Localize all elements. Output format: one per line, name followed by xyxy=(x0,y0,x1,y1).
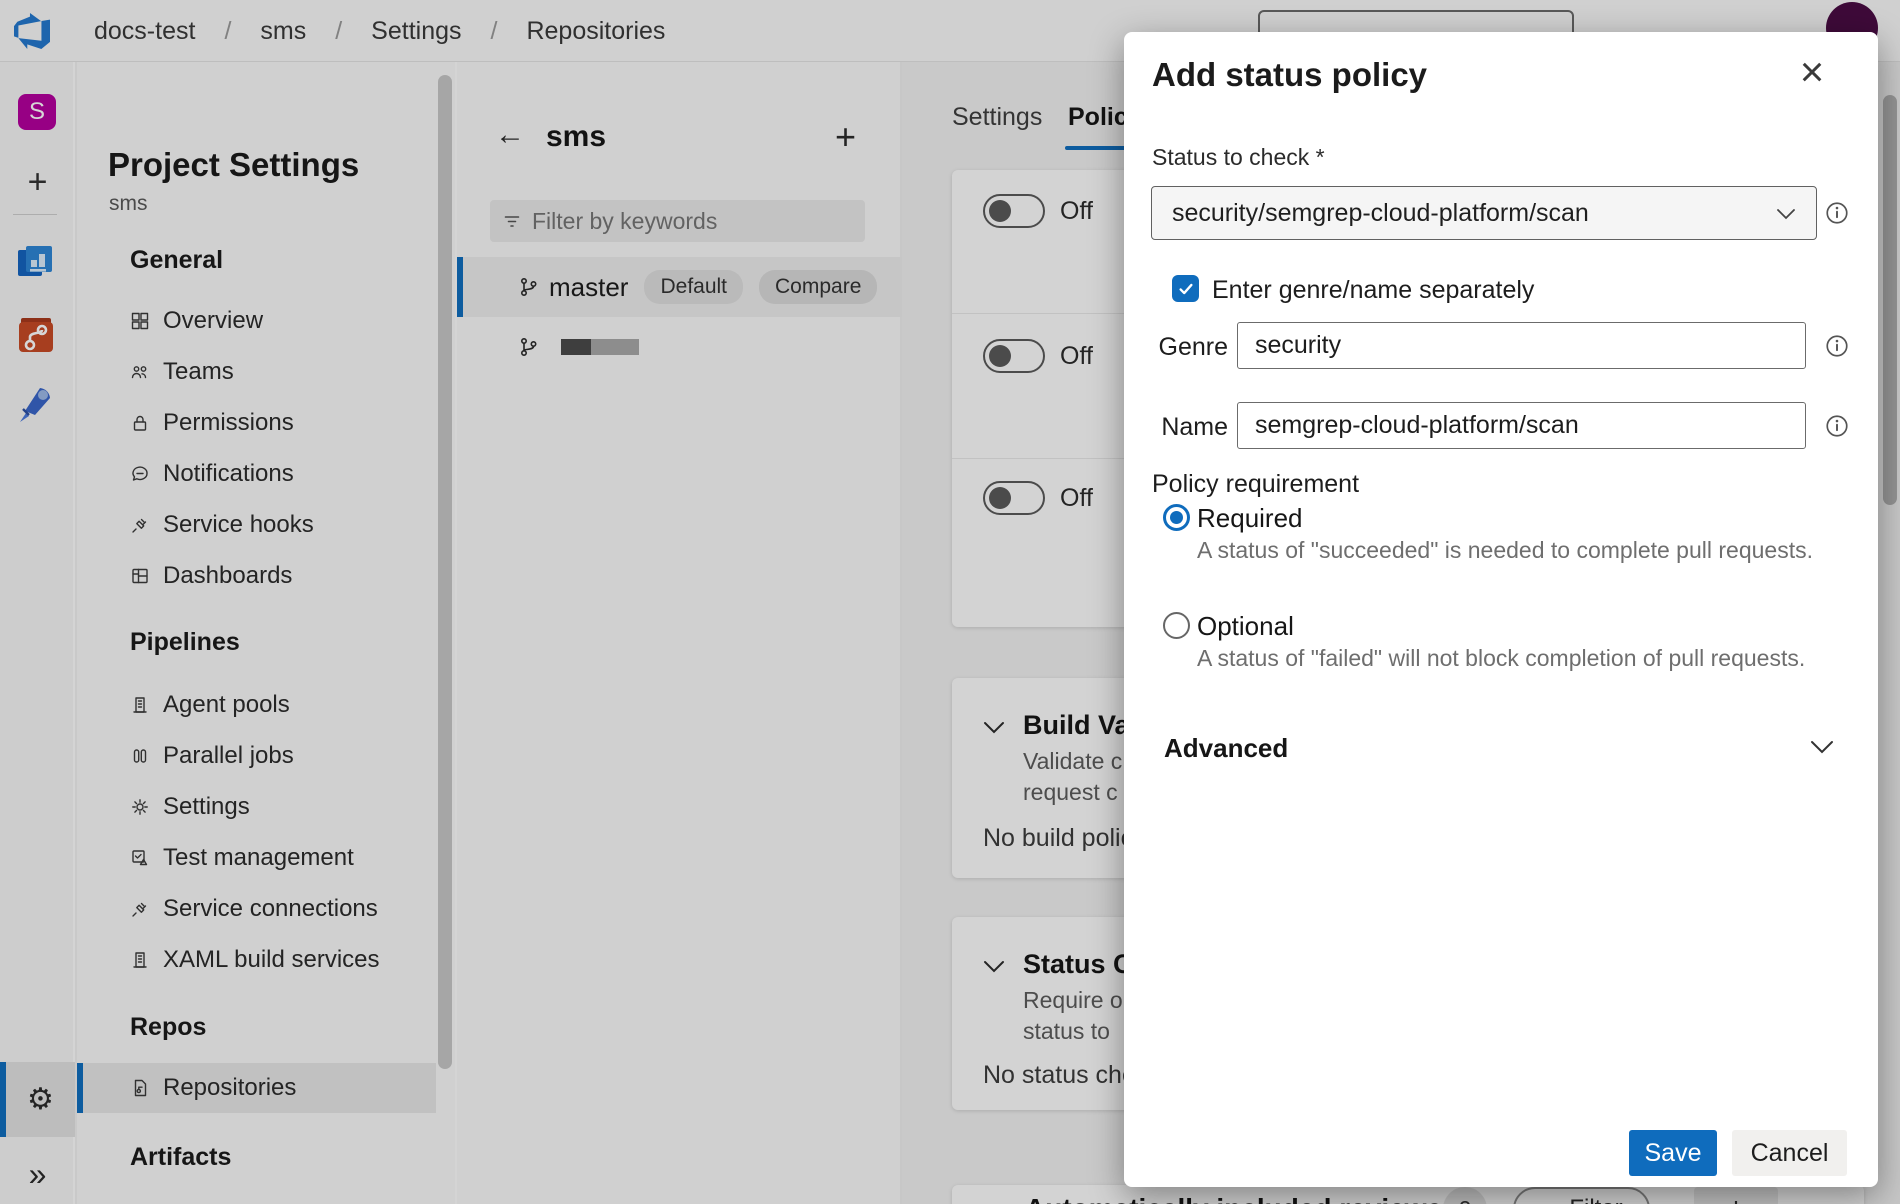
cancel-button[interactable]: Cancel xyxy=(1732,1130,1847,1176)
checkbox-label[interactable]: Enter genre/name separately xyxy=(1212,276,1534,305)
required-label[interactable]: Required xyxy=(1197,503,1303,534)
save-button[interactable]: Save xyxy=(1629,1130,1717,1176)
status-to-check-dropdown[interactable]: security/semgrep-cloud-platform/scan xyxy=(1151,186,1817,240)
optional-radio[interactable] xyxy=(1163,612,1190,639)
info-icon[interactable] xyxy=(1824,200,1850,226)
info-icon[interactable] xyxy=(1824,413,1850,439)
add-status-policy-dialog: Add status policy × Status to check * se… xyxy=(1124,32,1878,1187)
close-icon[interactable]: × xyxy=(1790,50,1834,94)
name-field[interactable] xyxy=(1237,402,1806,449)
genre-label: Genre xyxy=(1152,333,1228,362)
required-radio[interactable] xyxy=(1163,504,1190,531)
status-to-check-label: Status to check * xyxy=(1152,144,1325,171)
genre-field[interactable] xyxy=(1237,322,1806,369)
optional-label[interactable]: Optional xyxy=(1197,611,1294,642)
radio-dot xyxy=(1170,511,1183,524)
chevron-down-icon[interactable] xyxy=(1810,740,1834,754)
status-to-check-value: security/semgrep-cloud-platform/scan xyxy=(1172,199,1589,228)
policy-requirement-heading: Policy requirement xyxy=(1152,470,1359,499)
chevron-down-icon xyxy=(1776,208,1796,220)
optional-description: A status of "failed" will not block comp… xyxy=(1197,645,1805,672)
azure-devops-app: docs-test / sms / Settings / Repositorie… xyxy=(0,0,1900,1204)
advanced-section-toggle[interactable]: Advanced xyxy=(1164,733,1288,764)
checkmark-icon xyxy=(1177,280,1195,298)
dialog-title: Add status policy xyxy=(1152,56,1427,94)
info-icon[interactable] xyxy=(1824,333,1850,359)
separate-genre-name-checkbox[interactable] xyxy=(1172,275,1199,302)
required-description: A status of "succeeded" is needed to com… xyxy=(1197,537,1813,564)
name-label: Name xyxy=(1152,413,1228,442)
